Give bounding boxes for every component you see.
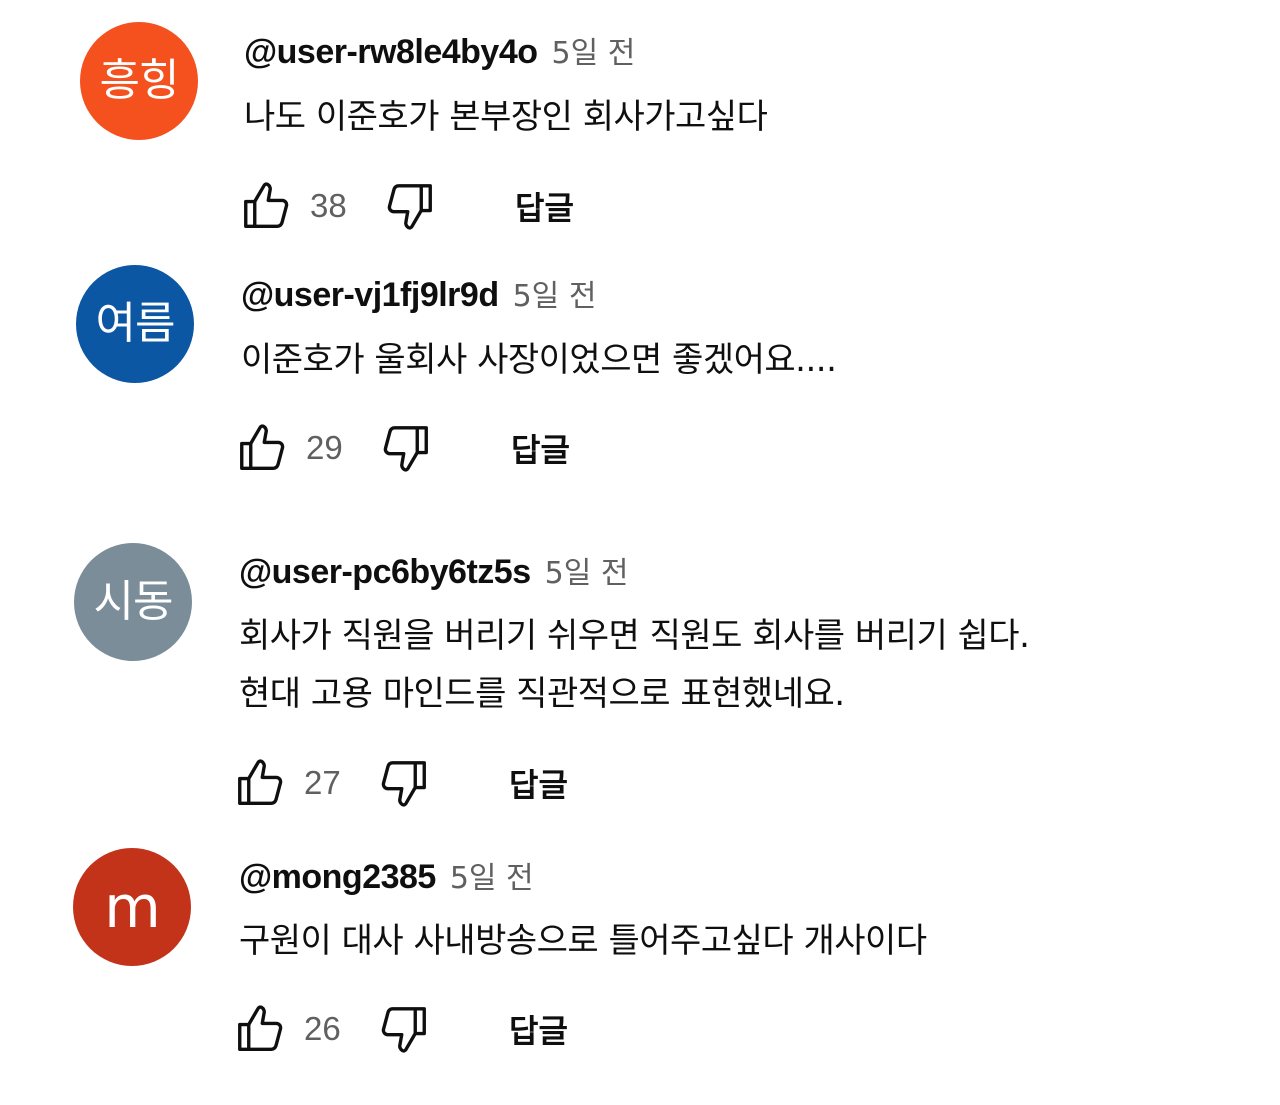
thumbs-up-icon bbox=[240, 424, 285, 470]
author-name[interactable]: @user-rw8le4by4o bbox=[244, 33, 538, 72]
comment-actions: 29 답글 bbox=[232, 418, 570, 478]
comment-header: @mong2385 5일 전 bbox=[239, 853, 534, 897]
comment-text-line: 이준호가 울회사 사장이었으면 좋겠어요.... bbox=[241, 340, 837, 380]
comment-actions: 26 답글 bbox=[230, 999, 568, 1059]
published-time[interactable]: 5일 전 bbox=[450, 853, 534, 897]
comment-text-line: 구원이 대사 사내방송으로 틀어주고싶다 개사이다 bbox=[239, 921, 927, 961]
thumbs-down-icon bbox=[383, 426, 428, 472]
comment-actions: 38 답글 bbox=[236, 176, 574, 236]
author-name[interactable]: @user-pc6by6tz5s bbox=[239, 553, 531, 592]
like-button[interactable] bbox=[230, 999, 290, 1059]
thumbs-up-icon bbox=[238, 1005, 283, 1051]
comment-text-line: 나도 이준호가 본부장인 회사가고싶다 bbox=[244, 97, 768, 137]
reply-button[interactable]: 답글 bbox=[509, 760, 568, 806]
author-name[interactable]: @mong2385 bbox=[239, 858, 436, 897]
avatar[interactable]: 여름 bbox=[76, 265, 194, 383]
comment-header: @user-rw8le4by4o 5일 전 bbox=[244, 28, 635, 72]
like-button[interactable] bbox=[230, 753, 290, 813]
like-count: 38 bbox=[310, 187, 347, 224]
thumbs-up-icon bbox=[238, 759, 283, 805]
thumbs-up-icon bbox=[244, 182, 289, 228]
avatar[interactable]: m bbox=[73, 848, 191, 966]
comment-header: @user-pc6by6tz5s 5일 전 bbox=[239, 548, 628, 592]
comment-actions: 27 답글 bbox=[230, 753, 568, 813]
like-count: 29 bbox=[306, 429, 343, 466]
comment-text: 이준호가 울회사 사장이었으면 좋겠어요.... bbox=[241, 331, 837, 389]
comment-header: @user-vj1fj9lr9d 5일 전 bbox=[241, 271, 596, 315]
author-name[interactable]: @user-vj1fj9lr9d bbox=[241, 276, 499, 315]
thumbs-down-icon bbox=[381, 1007, 426, 1053]
comment-text: 구원이 대사 사내방송으로 틀어주고싶다 개사이다 bbox=[239, 912, 927, 970]
avatar[interactable]: 시동 bbox=[74, 543, 192, 661]
reply-button[interactable]: 답글 bbox=[515, 183, 574, 229]
comment-text-line: 회사가 직원을 버리기 쉬우면 직원도 회사를 버리기 쉽다. bbox=[239, 616, 1030, 656]
dislike-button[interactable] bbox=[374, 753, 434, 813]
dislike-button[interactable] bbox=[374, 999, 434, 1059]
thumbs-down-icon bbox=[381, 761, 426, 807]
avatar[interactable]: 흥힝 bbox=[80, 22, 198, 140]
thumbs-down-icon bbox=[387, 184, 432, 230]
published-time[interactable]: 5일 전 bbox=[513, 271, 597, 315]
like-button[interactable] bbox=[236, 176, 296, 236]
like-count: 26 bbox=[304, 1010, 341, 1047]
reply-button[interactable]: 답글 bbox=[511, 425, 570, 471]
published-time[interactable]: 5일 전 bbox=[545, 548, 629, 592]
comment-text-line: 현대 고용 마인드를 직관적으로 표현했네요. bbox=[239, 674, 845, 714]
dislike-button[interactable] bbox=[380, 176, 440, 236]
comment-text: 나도 이준호가 본부장인 회사가고싶다 bbox=[244, 88, 768, 146]
reply-button[interactable]: 답글 bbox=[509, 1006, 568, 1052]
published-time[interactable]: 5일 전 bbox=[552, 28, 636, 72]
like-button[interactable] bbox=[232, 418, 292, 478]
comment-text: 회사가 직원을 버리기 쉬우면 직원도 회사를 버리기 쉽다. 현대 고용 마인… bbox=[239, 607, 1030, 723]
like-count: 27 bbox=[304, 764, 341, 801]
dislike-button[interactable] bbox=[376, 418, 436, 478]
